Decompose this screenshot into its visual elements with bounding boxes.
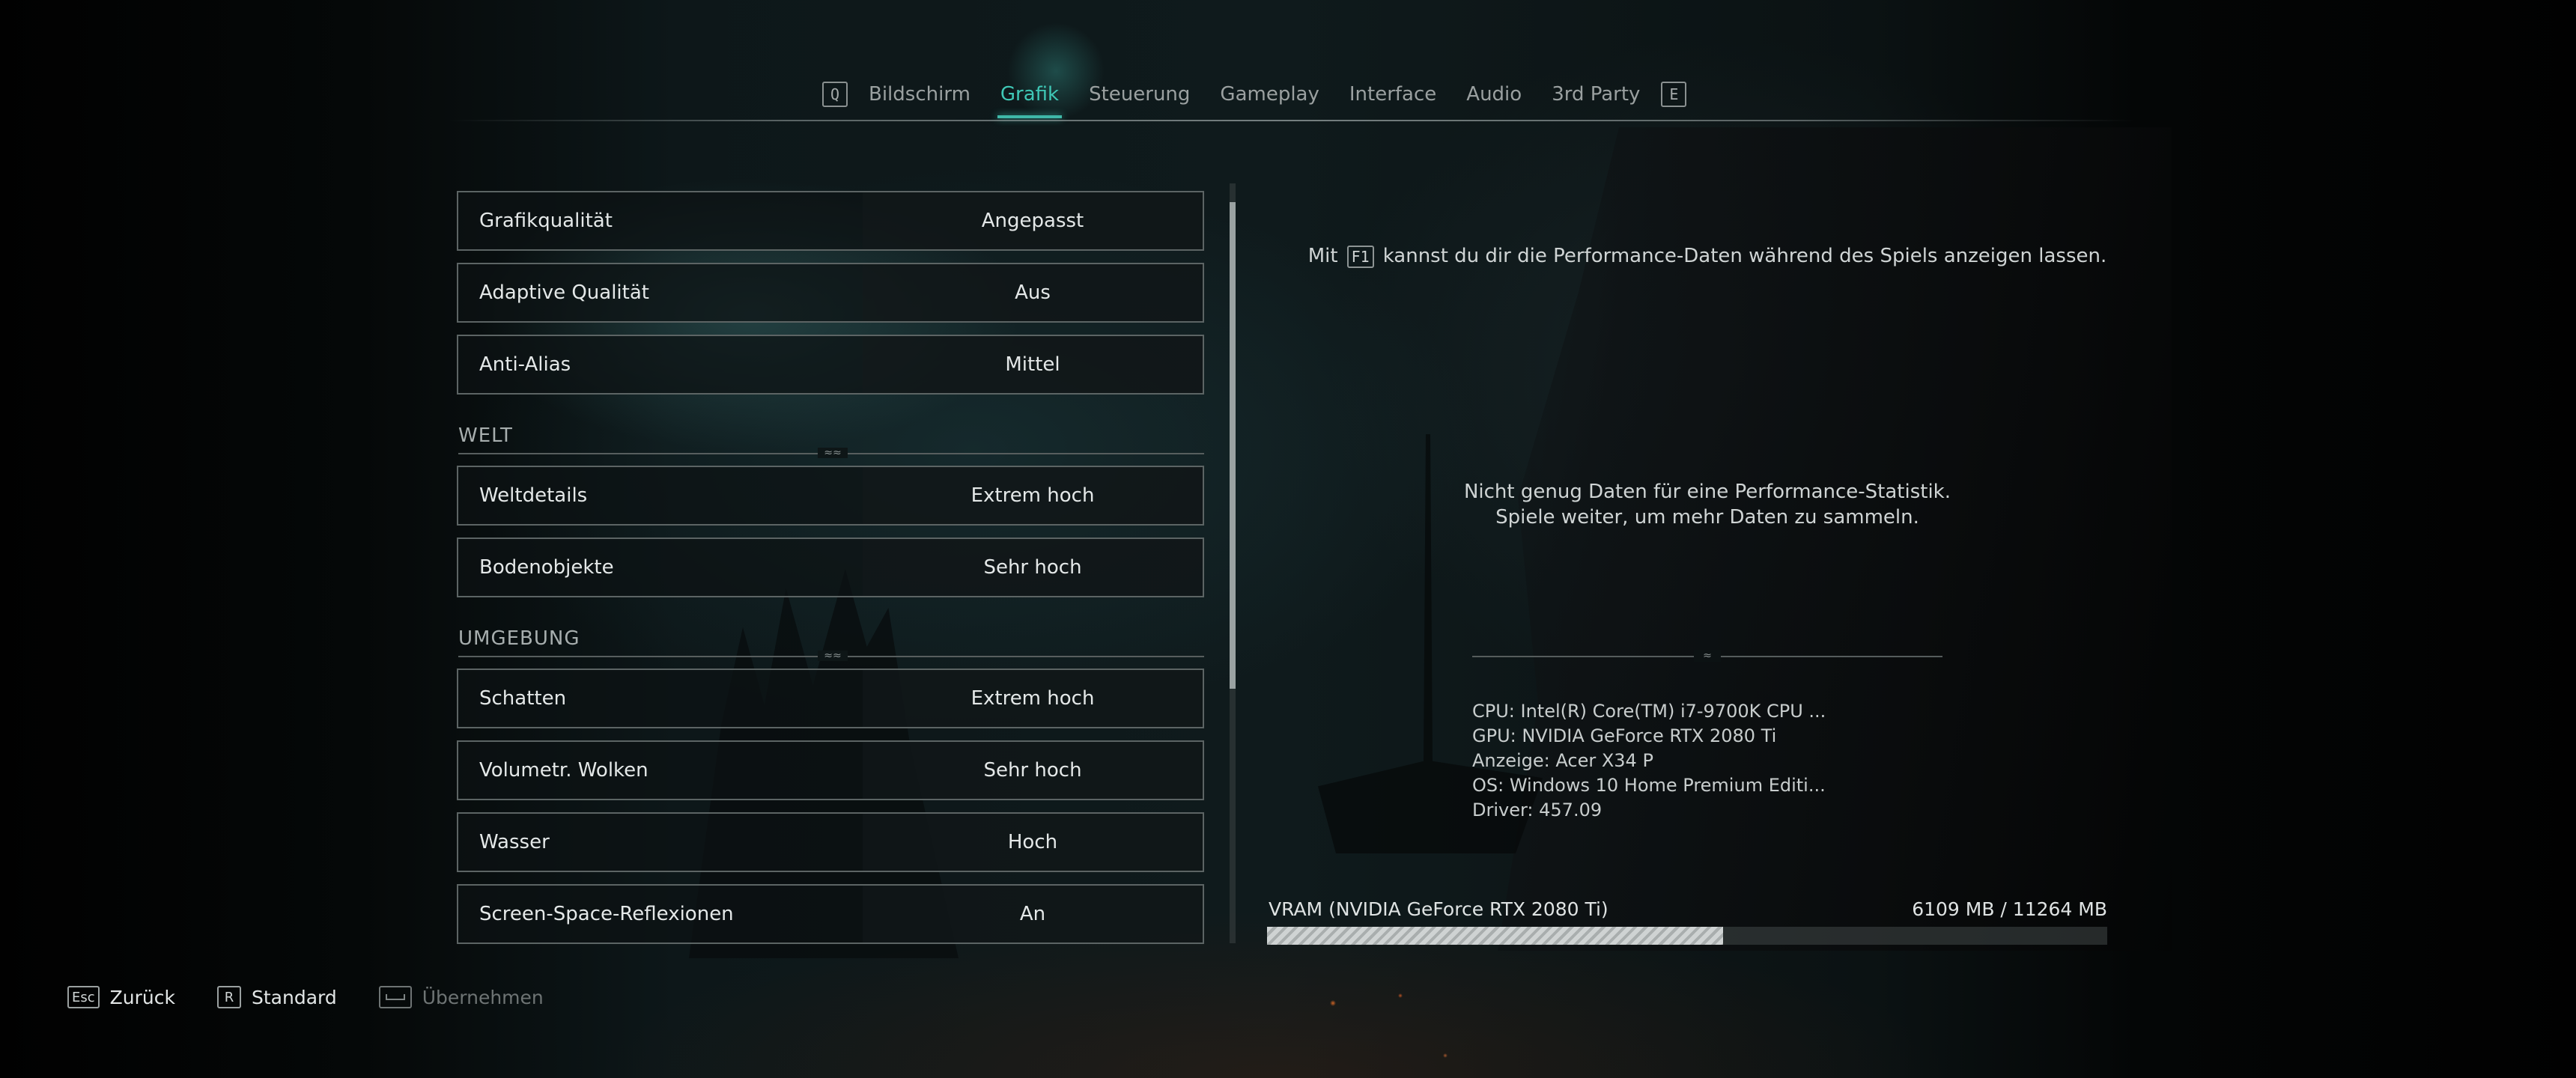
setting-row-schatten[interactable]: Schatten Extrem hoch [457, 669, 1204, 728]
setting-value[interactable]: Mittel [863, 336, 1203, 393]
setting-row-adaptive-qualitaet[interactable]: Adaptive Qualität Aus [457, 263, 1204, 323]
section-title: UMGEBUNG [458, 627, 580, 650]
section-header-welt: WELT ≈≈ [458, 424, 1204, 458]
bottom-action-bar: Esc Zurück R Standard Übernehmen [67, 982, 586, 1012]
setting-label: Grafikqualität [479, 210, 613, 232]
esc-key-icon: Esc [67, 986, 100, 1008]
setting-value[interactable]: Extrem hoch [863, 670, 1203, 727]
system-info-cpu: CPU: Intel(R) Core(TM) i7-9700K CPU ... [1472, 701, 1826, 722]
setting-value[interactable]: Sehr hoch [863, 742, 1203, 799]
tab-gameplay[interactable]: Gameplay [1205, 75, 1334, 114]
setting-value[interactable]: Aus [863, 264, 1203, 321]
section-header-umgebung: UMGEBUNG ≈≈ [458, 627, 1204, 661]
r-key-icon: R [216, 986, 241, 1008]
section-title: WELT [458, 424, 513, 447]
setting-label: Anti-Alias [479, 353, 571, 376]
apply-button[interactable]: Übernehmen [378, 986, 544, 1008]
ornament-icon: ≈≈ [818, 448, 848, 458]
vram-bar-fill [1267, 927, 1723, 945]
setting-row-volumetr-wolken[interactable]: Volumetr. Wolken Sehr hoch [457, 740, 1204, 800]
default-button-label: Standard [251, 986, 337, 1008]
setting-row-grafikqualitaet[interactable]: Grafikqualität Angepasst [457, 191, 1204, 251]
back-button-label: Zurück [109, 986, 175, 1008]
setting-row-wasser[interactable]: Wasser Hoch [457, 812, 1204, 872]
system-info-display: Anzeige: Acer X34 P [1472, 750, 1653, 771]
next-tab-key-hint[interactable]: E [1661, 82, 1687, 107]
background-embers [1273, 973, 1573, 1078]
setting-label: Schatten [479, 687, 567, 710]
tab-3rd-party[interactable]: 3rd Party [1537, 75, 1655, 114]
f1-hint-prefix: Mit [1307, 245, 1338, 267]
ornament-icon: ≈≈ [818, 651, 848, 661]
system-info-driver: Driver: 457.09 [1472, 800, 1603, 820]
tab-steuerung[interactable]: Steuerung [1074, 75, 1205, 114]
vram-bar [1267, 927, 2107, 945]
setting-row-bodenobjekte[interactable]: Bodenobjekte Sehr hoch [457, 538, 1204, 597]
apply-button-label: Übernehmen [422, 986, 544, 1008]
setting-label: Screen-Space-Reflexionen [479, 903, 734, 925]
setting-row-weltdetails[interactable]: Weltdetails Extrem hoch [457, 466, 1204, 526]
tab-interface[interactable]: Interface [1334, 75, 1451, 114]
tab-bildschirm[interactable]: Bildschirm [854, 75, 985, 114]
system-info-gpu: GPU: NVIDIA GeForce RTX 2080 Ti [1472, 725, 1777, 746]
vram-value: 6109 MB / 11264 MB [1912, 898, 2107, 920]
top-tab-bar: Q Bildschirm Grafik Steuerung Gameplay I… [816, 75, 1760, 118]
f1-performance-hint: Mit F1 kannst du dir die Performance-Daten… [1303, 241, 2112, 271]
setting-value[interactable]: Angepasst [863, 192, 1203, 249]
vram-usage: VRAM (NVIDIA GeForce RTX 2080 Ti) 6109 M… [1267, 898, 2107, 945]
setting-row-screen-space-reflexionen[interactable]: Screen-Space-Reflexionen An [457, 884, 1204, 944]
performance-message: Nicht genug Daten für eine Performance-S… [1348, 479, 2067, 530]
setting-row-anti-alias[interactable]: Anti-Alias Mittel [457, 335, 1204, 395]
prev-tab-key-hint[interactable]: Q [822, 82, 848, 107]
tab-grafik[interactable]: Grafik [985, 75, 1074, 118]
default-button[interactable]: R Standard [216, 986, 337, 1008]
tab-audio[interactable]: Audio [1451, 75, 1537, 114]
f1-key-icon: F1 [1346, 246, 1374, 268]
space-key-icon [378, 986, 412, 1008]
settings-scrollbar-thumb[interactable] [1230, 202, 1236, 689]
setting-label: Wasser [479, 831, 550, 853]
ornament-icon: ≈ [1694, 650, 1721, 662]
vram-label: VRAM (NVIDIA GeForce RTX 2080 Ti) [1269, 898, 1609, 920]
performance-message-line2: Spiele weiter, um mehr Daten zu sammeln. [1495, 506, 1919, 529]
performance-message-line1: Nicht genug Daten für eine Performance-S… [1463, 481, 1951, 503]
setting-value[interactable]: Sehr hoch [863, 539, 1203, 596]
setting-value[interactable]: Hoch [863, 814, 1203, 871]
back-button[interactable]: Esc Zurück [67, 986, 175, 1008]
setting-label: Volumetr. Wolken [479, 759, 648, 782]
setting-label: Bodenobjekte [479, 556, 614, 579]
setting-label: Adaptive Qualität [479, 281, 649, 304]
system-info: CPU: Intel(R) Core(TM) i7-9700K CPU ... … [1472, 699, 1996, 823]
f1-hint-suffix: kannst du dir die Performance-Daten währ… [1382, 245, 2107, 267]
nav-divider [449, 120, 2134, 121]
setting-value[interactable]: Extrem hoch [863, 467, 1203, 524]
settings-list: Grafikqualität Angepasst Adaptive Qualit… [457, 191, 1206, 947]
setting-label: Weltdetails [479, 484, 588, 507]
system-info-os: OS: Windows 10 Home Premium Editi... [1472, 775, 1826, 796]
setting-value[interactable]: An [863, 886, 1203, 943]
